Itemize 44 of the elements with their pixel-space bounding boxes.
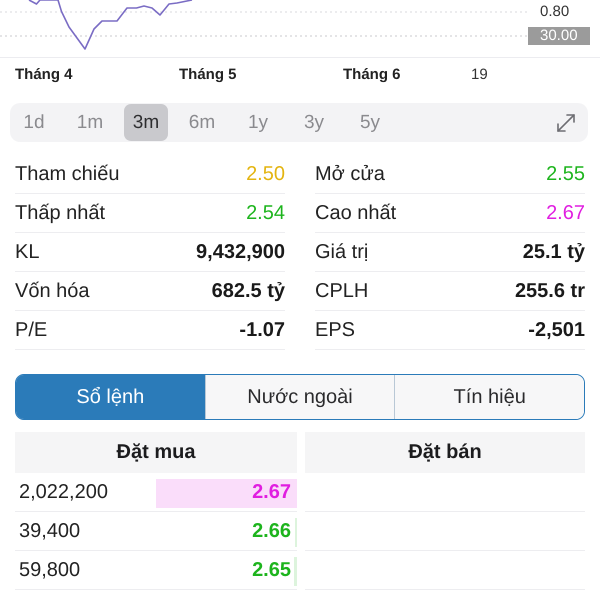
bid-price: 2.65 — [252, 558, 291, 582]
bid-volume: 59,800 — [19, 558, 80, 582]
tab[interactable]: Sổ lệnh — [16, 375, 205, 419]
bid-volume: 2,022,200 — [19, 480, 108, 504]
range-tab[interactable]: 5y — [348, 104, 392, 141]
stat-label: P/E — [15, 318, 48, 342]
stat-label: Giá trị — [315, 240, 368, 264]
range-tab[interactable]: 6m — [180, 104, 224, 141]
stat-value: 2.55 — [546, 162, 585, 186]
stat-value: 2.50 — [246, 162, 285, 186]
stat-value: 25.1 tỷ — [522, 240, 585, 264]
stat-label: EPS — [315, 318, 356, 342]
stat-label: Vốn hóa — [15, 280, 90, 302]
stat-label: Thấp nhất — [15, 202, 106, 224]
stat-value: -1.07 — [239, 318, 285, 342]
axis-label: Tháng 6 — [343, 66, 401, 82]
stat-label: Cao nhất — [315, 202, 396, 224]
column-header: Đặt bán — [305, 432, 585, 473]
stat-label: CPLH — [315, 280, 368, 302]
range-tab[interactable]: 1m — [68, 104, 112, 141]
stat-label: Mở cửa — [315, 162, 385, 186]
axis-label: Tháng 5 — [179, 66, 237, 82]
stat-value: 2.54 — [246, 202, 285, 224]
range-tab[interactable]: 3m — [124, 104, 168, 141]
range-tab[interactable]: 1y — [236, 104, 280, 141]
range-tab[interactable]: 1d — [12, 104, 56, 141]
stat-value: -2,501 — [528, 318, 585, 342]
range-tab[interactable]: 3y — [292, 104, 336, 141]
column-header: Đặt mua — [15, 432, 297, 473]
stat-label: Tham chiếu — [15, 162, 120, 186]
stat-label: KL — [15, 240, 40, 264]
axis-label: 19 — [471, 66, 488, 82]
bid-volume: 39,400 — [19, 520, 80, 542]
stat-value: 2.67 — [546, 202, 585, 224]
axis-label: Tháng 4 — [15, 66, 73, 82]
tab[interactable]: Tín hiệu — [394, 375, 584, 419]
stat-value: 682.5 tỷ — [212, 280, 285, 302]
expand-icon[interactable] — [556, 112, 576, 132]
price-badge: 30.00 — [528, 27, 590, 45]
bid-price: 2.66 — [252, 520, 291, 542]
stat-value: 255.6 tr — [514, 280, 585, 302]
axis-label: 0.80 — [540, 3, 570, 21]
bid-price: 2.67 — [252, 480, 291, 504]
stat-value: 9,432,900 — [196, 240, 285, 264]
